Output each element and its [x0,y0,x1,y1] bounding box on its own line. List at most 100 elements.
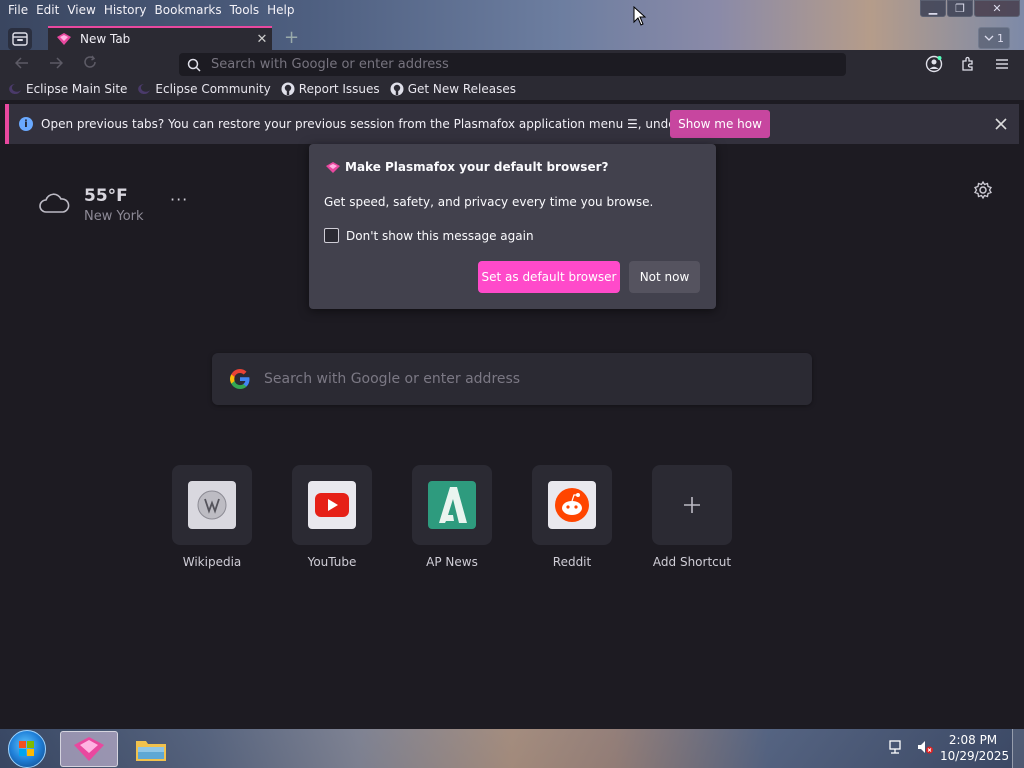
bookmark-label: Report Issues [298,82,380,96]
menu-edit[interactable]: Edit [32,0,63,20]
customize-newtab-button[interactable] [973,180,993,200]
navigation-toolbar: Search with Google or enter address [0,50,1024,78]
prompt-title: Make Plasmafox your default browser? [325,160,608,174]
shortcut-label: Wikipedia [182,555,242,569]
shortcut-label: Add Shortcut [652,555,732,569]
address-bar[interactable]: Search with Google or enter address [179,53,846,76]
prompt-title-text: Make Plasmafox your default browser? [345,160,609,174]
folder-icon [136,741,166,761]
menu-tools[interactable]: Tools [226,0,264,20]
shortcut-ap-news[interactable]: AP News [392,465,512,569]
dismiss-notification-button[interactable] [995,114,1007,135]
youtube-icon [308,481,356,529]
minimize-button[interactable]: ▁ [920,0,946,17]
arrow-right-icon [50,57,64,69]
forward-button[interactable] [45,54,67,74]
tab-title: New Tab [80,32,131,46]
shortcut-tile [652,465,732,545]
taskbar-plasmafox[interactable] [60,731,118,767]
window-controls: ▁ ❐ ✕ [920,0,1020,17]
dont-show-again-row[interactable]: Don't show this message again [324,228,534,243]
new-tab-button[interactable]: + [284,28,302,48]
plasmafox-icon [326,161,340,173]
shortcut-tile [532,465,612,545]
newtab-search-input[interactable]: Search with Google or enter address [212,353,812,405]
clock-date: 10/29/2025 [940,749,1010,763]
shortcut-tile [412,465,492,545]
bookmark-eclipse-main-site[interactable]: Eclipse Main Site [8,82,127,96]
network-icon[interactable] [888,739,906,755]
shortcut-label: Reddit [552,555,592,569]
plasmafox-icon [57,33,71,45]
bookmark-get-new-releases[interactable]: Get New Releases [390,82,516,96]
plus-icon [684,497,700,513]
menu-view[interactable]: View [63,0,99,20]
dont-show-again-checkbox[interactable] [324,228,339,243]
apnews-icon [428,481,476,529]
chevron-down-icon [984,35,994,41]
weather-temperature: 55°F [84,186,128,206]
puzzle-icon [962,56,973,71]
system-tray [888,739,934,755]
taskbar-clock[interactable]: 2:08 PM 10/29/2025 [940,732,1010,764]
account-button[interactable] [924,55,944,73]
menu-bar: File Edit View History Bookmarks Tools H… [0,0,299,20]
session-restore-notification: i Open previous tabs? You can restore yo… [5,104,1019,144]
prompt-description: Get speed, safety, and privacy every tim… [324,195,654,209]
eclipse-icon [9,84,21,94]
app-menu-button[interactable] [992,55,1012,73]
maximize-button[interactable]: ❐ [947,0,973,17]
github-icon [390,82,404,96]
bookmark-report-issues[interactable]: Report Issues [281,82,380,96]
shortcut-tile [172,465,252,545]
shortcut-add[interactable]: Add Shortcut [632,465,752,569]
tab-new-tab[interactable]: New Tab ✕ [48,26,272,50]
set-default-browser-button[interactable]: Set as default browser [478,261,620,293]
weather-more-button[interactable]: ··· [170,190,188,209]
clock-time: 2:08 PM [948,733,998,747]
menu-file[interactable]: File [4,0,32,20]
show-me-how-button[interactable]: Show me how [670,110,770,138]
shortcut-reddit[interactable]: Reddit [512,465,632,569]
firefox-view-icon [12,32,28,46]
start-button[interactable] [8,730,46,768]
cloud-icon [39,193,70,213]
shortcut-label: YouTube [307,555,357,569]
shortcut-youtube[interactable]: YouTube [272,465,392,569]
mouse-cursor-icon [633,6,647,26]
menu-help[interactable]: Help [263,0,298,20]
show-desktop-button[interactable] [1012,729,1024,768]
hamburger-icon [996,59,1008,69]
search-placeholder: Search with Google or enter address [264,371,521,387]
bookmark-label: Eclipse Community [155,82,271,96]
tab-list-button[interactable]: 1 [978,27,1010,49]
close-icon [995,118,1007,130]
account-icon [925,55,943,73]
weather-widget[interactable]: 55°F New York ··· [38,186,187,224]
google-icon [230,369,250,389]
bookmark-eclipse-community[interactable]: Eclipse Community [137,82,271,96]
tab-count: 1 [997,31,1004,45]
default-browser-prompt: Make Plasmafox your default browser? Get… [309,144,716,309]
tab-strip: New Tab ✕ + 1 [0,26,1024,50]
menu-bookmarks[interactable]: Bookmarks [151,0,226,20]
eclipse-icon [138,84,151,94]
weather-city: New York [84,209,144,224]
close-window-button[interactable]: ✕ [974,0,1020,17]
taskbar: 2:08 PM 10/29/2025 [0,729,1024,768]
reload-button[interactable] [79,54,101,74]
close-tab-button[interactable]: ✕ [252,32,272,47]
back-button[interactable] [11,54,33,74]
notification-message: Open previous tabs? You can restore your… [41,117,730,131]
not-now-button[interactable]: Not now [629,261,700,293]
shortcut-wikipedia[interactable]: Wikipedia [152,465,272,569]
dont-show-again-label: Don't show this message again [346,228,534,243]
volume-muted-icon[interactable] [916,739,934,755]
search-icon [187,58,201,72]
extensions-button[interactable] [958,55,978,73]
wikipedia-icon [188,481,236,529]
bookmarks-toolbar: Eclipse Main Site Eclipse Community Repo… [0,78,1024,100]
menu-history[interactable]: History [100,0,151,20]
firefox-view-button[interactable] [8,28,32,50]
taskbar-file-explorer[interactable] [122,731,180,767]
